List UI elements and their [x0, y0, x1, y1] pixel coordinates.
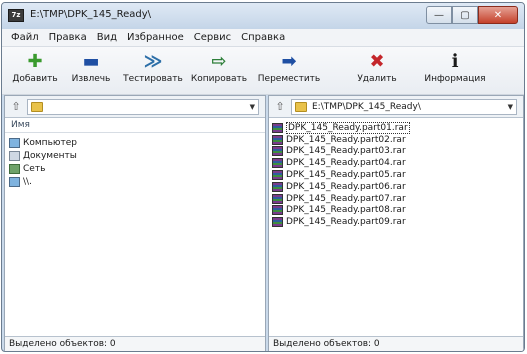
- item-label: \\.: [23, 176, 32, 187]
- test-label: Тестировать: [123, 74, 183, 84]
- rar-archive-icon: [272, 217, 283, 228]
- menu-view[interactable]: Вид: [92, 32, 122, 43]
- folder-icon: [31, 102, 43, 112]
- item-label: Документы: [23, 150, 77, 161]
- title-bar[interactable]: 7z E:\TMP\DPK_145_Ready\ — ▢ ✕: [2, 3, 524, 29]
- list-item[interactable]: DPK_145_Ready.part08.rar: [272, 205, 410, 217]
- rar-archive-icon: [272, 122, 283, 133]
- file-name: DPK_145_Ready.part02.rar: [286, 134, 406, 145]
- minimize-button[interactable]: —: [426, 6, 452, 24]
- add-button[interactable]: ✚ Добавить: [10, 50, 60, 92]
- drive-icon: [9, 176, 20, 187]
- list-item[interactable]: DPK_145_Ready.part02.rar: [272, 134, 410, 146]
- up-folder-icon[interactable]: ⇧: [272, 99, 288, 115]
- item-label: Сеть: [23, 163, 46, 174]
- file-name: DPK_145_Ready.part08.rar: [286, 205, 406, 216]
- menu-bar: Файл Правка Вид Избранное Сервис Справка: [2, 29, 524, 47]
- rar-archive-icon: [272, 146, 283, 157]
- menu-favorites[interactable]: Избранное: [122, 32, 189, 43]
- list-item[interactable]: DPK_145_Ready.part04.rar: [272, 157, 410, 169]
- menu-file[interactable]: Файл: [6, 32, 44, 43]
- extract-icon: ▬: [82, 51, 100, 72]
- add-icon: ✚: [27, 51, 43, 72]
- add-label: Добавить: [12, 74, 58, 84]
- rar-archive-icon: [272, 205, 283, 216]
- copy-icon: ⇨: [211, 51, 227, 72]
- rar-archive-icon: [272, 193, 283, 204]
- app-icon: 7z: [8, 9, 24, 22]
- file-name: DPK_145_Ready.part06.rar: [286, 181, 406, 192]
- delete-button[interactable]: ✖ Удалить: [352, 50, 402, 92]
- item-label: Компьютер: [23, 137, 77, 148]
- move-icon: ➡: [281, 51, 297, 72]
- caption-buttons: — ▢ ✕: [426, 6, 518, 24]
- info-icon: ℹ: [451, 51, 459, 72]
- name-column-header[interactable]: Имя: [5, 118, 265, 133]
- left-path-combobox[interactable]: ▼: [27, 99, 259, 115]
- menu-edit[interactable]: Правка: [44, 32, 92, 43]
- delete-icon: ✖: [369, 51, 385, 72]
- app-window: 7z E:\TMP\DPK_145_Ready\ — ▢ ✕ Файл Прав…: [1, 2, 525, 352]
- list-item[interactable]: \\.: [9, 175, 77, 188]
- folder-icon: [295, 102, 307, 112]
- list-item[interactable]: Сеть: [9, 162, 77, 175]
- copy-button[interactable]: ⇨ Копировать: [188, 50, 250, 92]
- left-address-bar: ⇧ ▼: [5, 96, 265, 118]
- delete-label: Удалить: [357, 74, 397, 84]
- right-status-text: Выделено объектов: 0: [273, 339, 380, 349]
- right-path: E:\TMP\DPK_145_Ready\: [312, 102, 421, 112]
- list-item[interactable]: DPK_145_Ready.part05.rar: [272, 169, 410, 181]
- list-item[interactable]: DPK_145_Ready.part01.rar: [272, 121, 410, 134]
- info-label: Информация: [424, 74, 486, 84]
- left-file-list: Компьютер Документы Сеть \\.: [9, 136, 77, 188]
- computer-icon: [9, 137, 20, 148]
- dropdown-arrow-icon[interactable]: ▼: [508, 103, 513, 111]
- right-pane[interactable]: ⇧ E:\TMP\DPK_145_Ready\ ▼ DPK_145_Ready.…: [268, 95, 524, 351]
- right-address-bar: ⇧ E:\TMP\DPK_145_Ready\ ▼: [269, 96, 523, 118]
- left-status-bar: Выделено объектов: 0: [5, 336, 265, 351]
- list-item[interactable]: Документы: [9, 149, 77, 162]
- list-item[interactable]: DPK_145_Ready.part07.rar: [272, 193, 410, 205]
- list-item[interactable]: Компьютер: [9, 136, 77, 149]
- file-name: DPK_145_Ready.part01.rar: [286, 121, 410, 134]
- right-file-list: DPK_145_Ready.part01.rar DPK_145_Ready.p…: [272, 121, 410, 228]
- window-title: E:\TMP\DPK_145_Ready\: [30, 9, 151, 20]
- close-button[interactable]: ✕: [478, 6, 518, 24]
- move-button[interactable]: ➡ Переместить: [254, 50, 324, 92]
- move-label: Переместить: [257, 74, 321, 84]
- documents-icon: [9, 150, 20, 161]
- extract-button[interactable]: ▬ Извлечь: [66, 50, 116, 92]
- extract-label: Извлечь: [71, 74, 111, 84]
- name-column-label: Имя: [11, 120, 30, 130]
- rar-archive-icon: [272, 181, 283, 192]
- list-item[interactable]: DPK_145_Ready.part09.rar: [272, 216, 410, 228]
- file-name: DPK_145_Ready.part05.rar: [286, 170, 406, 181]
- toolbar: ✚ Добавить ▬ Извлечь ≫ Тестировать ⇨ Коп…: [2, 47, 524, 95]
- dropdown-arrow-icon[interactable]: ▼: [250, 103, 255, 111]
- right-status-bar: Выделено объектов: 0: [269, 336, 523, 351]
- copy-label: Копировать: [190, 74, 248, 84]
- right-path-combobox[interactable]: E:\TMP\DPK_145_Ready\ ▼: [291, 99, 517, 115]
- menu-tools[interactable]: Сервис: [189, 32, 236, 43]
- rar-archive-icon: [272, 158, 283, 169]
- list-item[interactable]: DPK_145_Ready.part03.rar: [272, 146, 410, 158]
- file-name: DPK_145_Ready.part09.rar: [286, 217, 406, 228]
- rar-archive-icon: [272, 134, 283, 145]
- maximize-button[interactable]: ▢: [452, 6, 478, 24]
- file-name: DPK_145_Ready.part04.rar: [286, 158, 406, 169]
- file-name: DPK_145_Ready.part03.rar: [286, 146, 406, 157]
- info-button[interactable]: ℹ Информация: [422, 50, 488, 92]
- network-icon: [9, 163, 20, 174]
- left-status-text: Выделено объектов: 0: [9, 339, 116, 349]
- list-item[interactable]: DPK_145_Ready.part06.rar: [272, 181, 410, 193]
- test-button[interactable]: ≫ Тестировать: [120, 50, 186, 92]
- up-folder-icon[interactable]: ⇧: [8, 99, 24, 115]
- file-name: DPK_145_Ready.part07.rar: [286, 193, 406, 204]
- left-pane[interactable]: ⇧ ▼ Имя Компьютер Документы Сеть \\. Выд…: [4, 95, 266, 351]
- test-icon: ≫: [143, 51, 163, 72]
- menu-help[interactable]: Справка: [236, 32, 290, 43]
- rar-archive-icon: [272, 170, 283, 181]
